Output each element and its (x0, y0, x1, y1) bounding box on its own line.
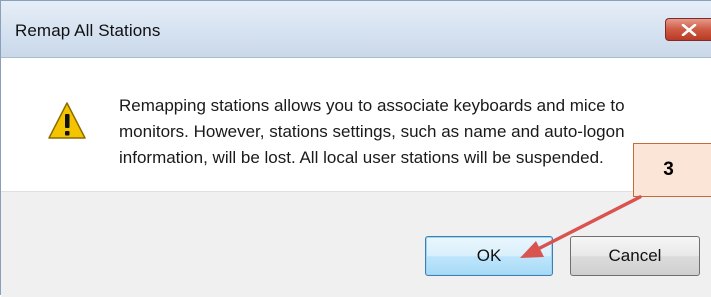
warning-icon (48, 102, 86, 139)
remap-dialog: Remap All Stations Remapping stations al… (0, 0, 711, 297)
step-callout: 3 (633, 143, 711, 197)
message-line: Remapping stations allows you to associa… (119, 96, 625, 115)
message-line: monitors. However, stations settings, su… (119, 122, 625, 141)
cancel-button[interactable]: Cancel (570, 236, 700, 276)
window-title: Remap All Stations (15, 21, 161, 40)
close-button[interactable] (665, 18, 711, 41)
message-line: information, will be lost. All local use… (119, 148, 604, 167)
dialog-message: Remapping stations allows you to associa… (119, 93, 679, 171)
ok-button[interactable]: OK (425, 236, 553, 276)
close-icon (681, 24, 697, 36)
title-bar: Remap All Stations (1, 1, 711, 58)
